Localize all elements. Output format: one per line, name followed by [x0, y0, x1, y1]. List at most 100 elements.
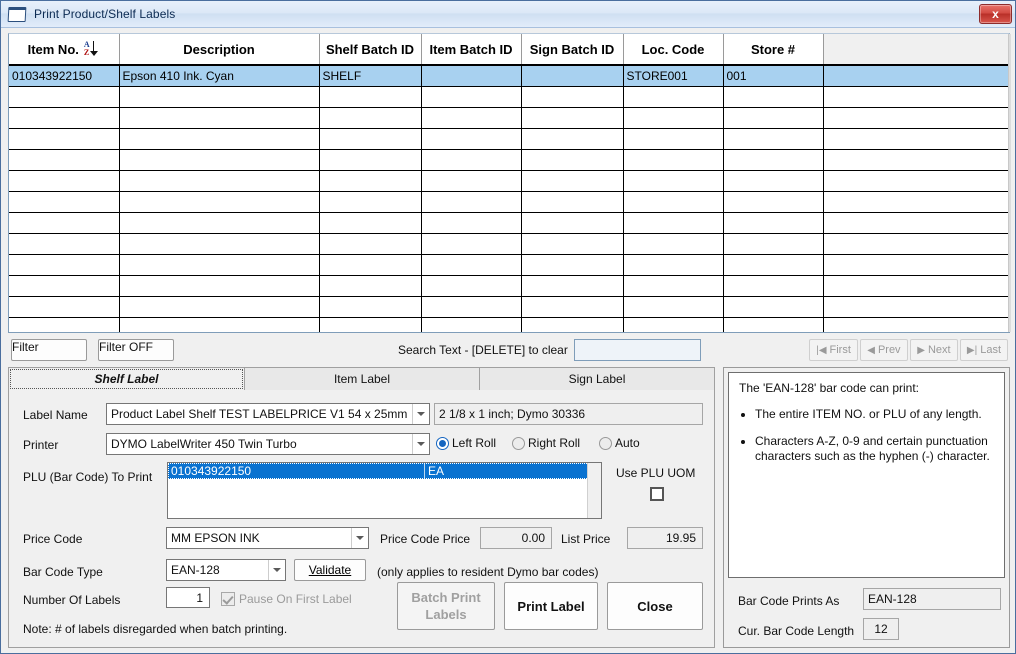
- cell-sign-batch-id[interactable]: [521, 170, 624, 192]
- cell-sign-batch-id[interactable]: [521, 107, 624, 129]
- cell-store-no[interactable]: [723, 128, 824, 150]
- column-header-sign-batch-id[interactable]: Sign Batch ID: [521, 34, 624, 66]
- cell-sign-batch-id[interactable]: [521, 296, 624, 318]
- cell-sign-batch-id[interactable]: [521, 149, 624, 171]
- cell-shelf-batch-id[interactable]: [319, 212, 422, 234]
- tab-sign-label[interactable]: Sign Label: [479, 367, 715, 391]
- cell-item-no[interactable]: [9, 317, 120, 332]
- cell-item-no[interactable]: [9, 149, 120, 171]
- cell-loc-code[interactable]: [623, 128, 724, 150]
- cell-loc-code[interactable]: [623, 191, 724, 213]
- filter-button[interactable]: Filter: [11, 339, 87, 361]
- cell-sign-batch-id[interactable]: [521, 233, 624, 255]
- cell-description[interactable]: [119, 233, 320, 255]
- cell-sign-batch-id[interactable]: [521, 212, 624, 234]
- radio-right-roll[interactable]: Right Roll: [512, 436, 580, 450]
- sort-az-descending-icon[interactable]: AZ: [84, 40, 100, 58]
- cell-store-no[interactable]: [723, 149, 824, 171]
- radio-auto-indicator[interactable]: [599, 436, 612, 450]
- table-row[interactable]: [9, 107, 1008, 129]
- cell-shelf-batch-id[interactable]: [319, 149, 422, 171]
- cell-store-no[interactable]: 001: [723, 65, 824, 87]
- cell-store-no[interactable]: [723, 212, 824, 234]
- table-row[interactable]: [9, 317, 1008, 332]
- cell-item-no[interactable]: [9, 296, 120, 318]
- column-header-item-batch-id[interactable]: Item Batch ID: [421, 34, 522, 66]
- cell-shelf-batch-id[interactable]: [319, 86, 422, 108]
- cell-loc-code[interactable]: [623, 170, 724, 192]
- cell-sign-batch-id[interactable]: [521, 86, 624, 108]
- cell-store-no[interactable]: [723, 233, 824, 255]
- printer-select[interactable]: DYMO LabelWriter 450 Twin Turbo: [106, 433, 430, 455]
- cell-item-batch-id[interactable]: [421, 107, 522, 129]
- cell-item-no[interactable]: [9, 107, 120, 129]
- cell-loc-code[interactable]: [623, 107, 724, 129]
- cell-item-no[interactable]: [9, 170, 120, 192]
- plu-list-scrollbar[interactable]: [587, 463, 601, 518]
- close-icon[interactable]: x: [979, 4, 1012, 24]
- cell-item-no[interactable]: [9, 212, 120, 234]
- table-row[interactable]: [9, 170, 1008, 192]
- cell-loc-code[interactable]: [623, 86, 724, 108]
- cell-item-no[interactable]: 010343922150: [9, 65, 120, 87]
- table-row[interactable]: [9, 86, 1008, 108]
- column-header-store-no[interactable]: Store #: [723, 34, 824, 66]
- table-row[interactable]: [9, 296, 1008, 318]
- cell-item-batch-id[interactable]: [421, 233, 522, 255]
- cell-loc-code[interactable]: [623, 275, 724, 297]
- cell-description[interactable]: [119, 170, 320, 192]
- nav-next-button[interactable]: ▶ Next: [909, 339, 958, 361]
- batch-print-labels-button[interactable]: Batch Print Labels: [397, 582, 495, 630]
- nav-last-button[interactable]: ▶| Last: [959, 339, 1008, 361]
- cell-shelf-batch-id[interactable]: [319, 191, 422, 213]
- price-code-select[interactable]: MM EPSON INK: [166, 527, 369, 549]
- table-row[interactable]: [9, 233, 1008, 255]
- cell-loc-code[interactable]: [623, 149, 724, 171]
- chevron-down-icon[interactable]: [412, 434, 429, 454]
- bar-code-type-select[interactable]: EAN-128: [166, 559, 286, 581]
- chevron-down-icon[interactable]: [268, 560, 285, 580]
- chevron-down-icon[interactable]: [412, 404, 429, 424]
- cell-item-no[interactable]: [9, 275, 120, 297]
- column-header-shelf-batch-id[interactable]: Shelf Batch ID: [319, 34, 422, 66]
- cell-item-batch-id[interactable]: [421, 296, 522, 318]
- table-row[interactable]: [9, 275, 1008, 297]
- number-of-labels-input[interactable]: 1: [166, 587, 210, 608]
- cell-description[interactable]: Epson 410 Ink. Cyan: [119, 65, 320, 87]
- chevron-down-icon[interactable]: [351, 528, 368, 548]
- radio-left-roll[interactable]: Left Roll: [436, 436, 496, 450]
- radio-left-roll-indicator[interactable]: [436, 436, 449, 450]
- cell-item-batch-id[interactable]: [421, 170, 522, 192]
- table-row[interactable]: [9, 254, 1008, 276]
- radio-auto[interactable]: Auto: [599, 436, 640, 450]
- cell-item-no[interactable]: [9, 233, 120, 255]
- cell-loc-code[interactable]: [623, 254, 724, 276]
- cell-sign-batch-id[interactable]: [521, 275, 624, 297]
- cell-description[interactable]: [119, 107, 320, 129]
- validate-button[interactable]: Validate: [294, 559, 366, 581]
- nav-first-button[interactable]: |◀ First: [809, 339, 858, 361]
- cell-store-no[interactable]: [723, 275, 824, 297]
- cell-description[interactable]: [119, 128, 320, 150]
- cell-item-no[interactable]: [9, 254, 120, 276]
- cell-store-no[interactable]: [723, 296, 824, 318]
- cell-description[interactable]: [119, 149, 320, 171]
- cell-item-batch-id[interactable]: [421, 254, 522, 276]
- cell-shelf-batch-id[interactable]: [319, 233, 422, 255]
- cell-store-no[interactable]: [723, 254, 824, 276]
- cell-loc-code[interactable]: [623, 212, 724, 234]
- cell-description[interactable]: [119, 275, 320, 297]
- cell-item-batch-id[interactable]: [421, 65, 522, 87]
- cell-store-no[interactable]: [723, 317, 824, 332]
- plu-list[interactable]: 010343922150 EA: [167, 462, 602, 519]
- cell-shelf-batch-id[interactable]: [319, 254, 422, 276]
- cell-item-batch-id[interactable]: [421, 275, 522, 297]
- cell-loc-code[interactable]: [623, 296, 724, 318]
- cell-sign-batch-id[interactable]: [521, 65, 624, 87]
- cell-loc-code[interactable]: [623, 317, 724, 332]
- cell-shelf-batch-id[interactable]: [319, 107, 422, 129]
- cell-loc-code[interactable]: [623, 233, 724, 255]
- cell-item-no[interactable]: [9, 191, 120, 213]
- cell-store-no[interactable]: [723, 107, 824, 129]
- checkbox-box[interactable]: [650, 487, 664, 501]
